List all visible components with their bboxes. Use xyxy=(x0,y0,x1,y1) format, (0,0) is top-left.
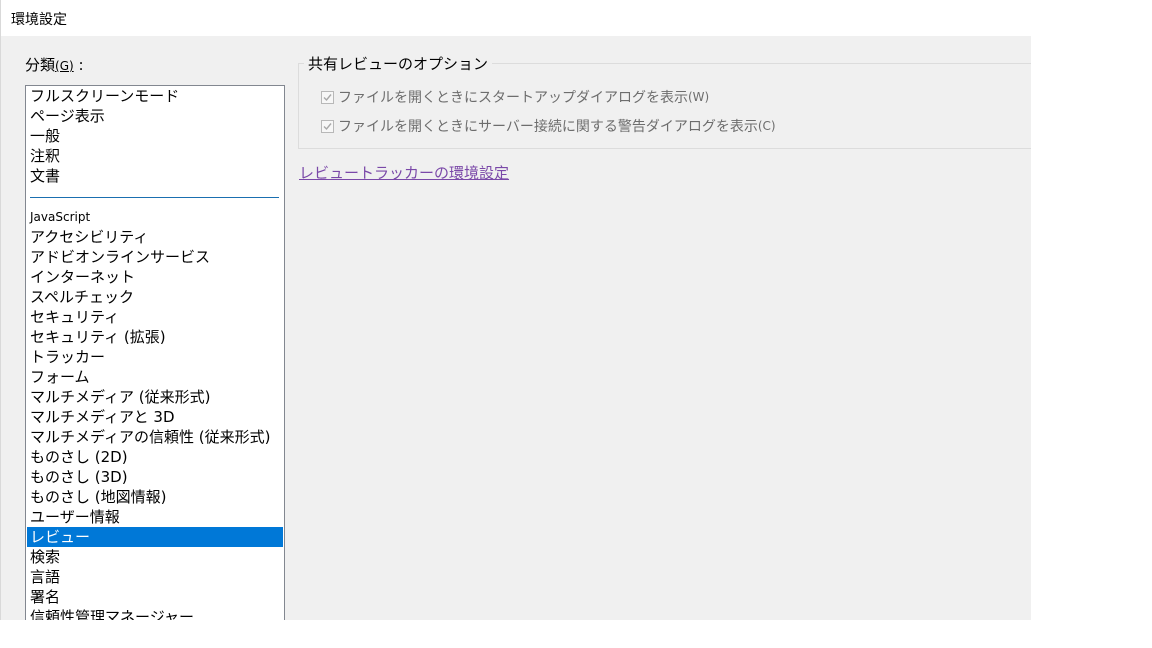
server-warning-accelerator: (C) xyxy=(757,119,776,133)
list-item-signatures[interactable]: 署名 xyxy=(27,587,283,607)
category-colon: : xyxy=(73,56,84,74)
list-item-measuring-3d[interactable]: ものさし (3D) xyxy=(27,467,283,487)
list-item-measuring-geo[interactable]: ものさし (地図情報) xyxy=(27,487,283,507)
list-item-security[interactable]: セキュリティ xyxy=(27,307,283,327)
list-item-spelling[interactable]: スペルチェック xyxy=(27,287,283,307)
startup-dialog-option[interactable]: ファイルを開くときにスタートアップダイアログを表示 (W) xyxy=(321,87,709,107)
category-listbox[interactable]: フルスクリーンモード ページ表示 一般 注釈 文書 JavaScript アクセ… xyxy=(25,85,285,620)
list-item-page-display[interactable]: ページ表示 xyxy=(27,106,283,126)
server-warning-label: ファイルを開くときにサーバー接続に関する警告ダイアログを表示 xyxy=(338,119,758,135)
preferences-window: 環境設定 分類(G) : フルスクリーンモード ページ表示 一般 注釈 文書 J… xyxy=(0,0,1031,620)
startup-dialog-checkbox[interactable] xyxy=(321,90,334,104)
list-item-general[interactable]: 一般 xyxy=(27,126,283,146)
list-item-javascript[interactable]: JavaScript xyxy=(27,207,283,227)
list-item-multimedia-legacy[interactable]: マルチメディア (従来形式) xyxy=(27,387,283,407)
list-item-trust-manager[interactable]: 信頼性管理マネージャー xyxy=(27,607,283,620)
list-item-tracker[interactable]: トラッカー xyxy=(27,347,283,367)
list-item-identity[interactable]: ユーザー情報 xyxy=(27,507,283,527)
list-item-review[interactable]: レビュー xyxy=(27,527,283,547)
review-tracker-preferences-link[interactable]: レビュートラッカーの環境設定 xyxy=(299,162,509,183)
server-warning-checkbox[interactable] xyxy=(321,119,334,133)
list-item-multimedia-trust[interactable]: マルチメディアの信頼性 (従来形式) xyxy=(27,427,283,447)
title-bar: 環境設定 xyxy=(1,0,1031,36)
list-item-online-services[interactable]: アドビオンラインサービス xyxy=(27,247,283,267)
category-label-text: 分類 xyxy=(25,56,56,74)
list-item-security-enhanced[interactable]: セキュリティ (拡張) xyxy=(27,327,283,347)
startup-dialog-label: ファイルを開くときにスタートアップダイアログを表示 xyxy=(338,90,688,106)
startup-dialog-accelerator: (W) xyxy=(688,90,710,104)
list-item-multimedia-3d[interactable]: マルチメディアと 3D xyxy=(27,407,283,427)
list-item-forms[interactable]: フォーム xyxy=(27,367,283,387)
category-accelerator: (G) xyxy=(55,59,74,73)
checkmark-icon xyxy=(323,122,332,130)
list-item-language[interactable]: 言語 xyxy=(27,567,283,587)
server-warning-option[interactable]: ファイルを開くときにサーバー接続に関する警告ダイアログを表示 (C) xyxy=(321,116,776,136)
list-item-commenting[interactable]: 注釈 xyxy=(27,146,283,166)
list-item-measuring-2d[interactable]: ものさし (2D) xyxy=(27,447,283,467)
checkmark-icon xyxy=(323,93,332,101)
list-separator xyxy=(30,197,279,198)
list-item-search[interactable]: 検索 xyxy=(27,547,283,567)
list-item-fullscreen[interactable]: フルスクリーンモード xyxy=(27,86,283,106)
category-label: 分類(G) : xyxy=(25,54,84,75)
window-title: 環境設定 xyxy=(11,12,67,28)
list-item-documents[interactable]: 文書 xyxy=(27,166,283,186)
shared-review-title: 共有レビューのオプション xyxy=(304,53,493,74)
list-item-internet[interactable]: インターネット xyxy=(27,267,283,287)
list-item-accessibility[interactable]: アクセシビリティ xyxy=(27,227,283,247)
